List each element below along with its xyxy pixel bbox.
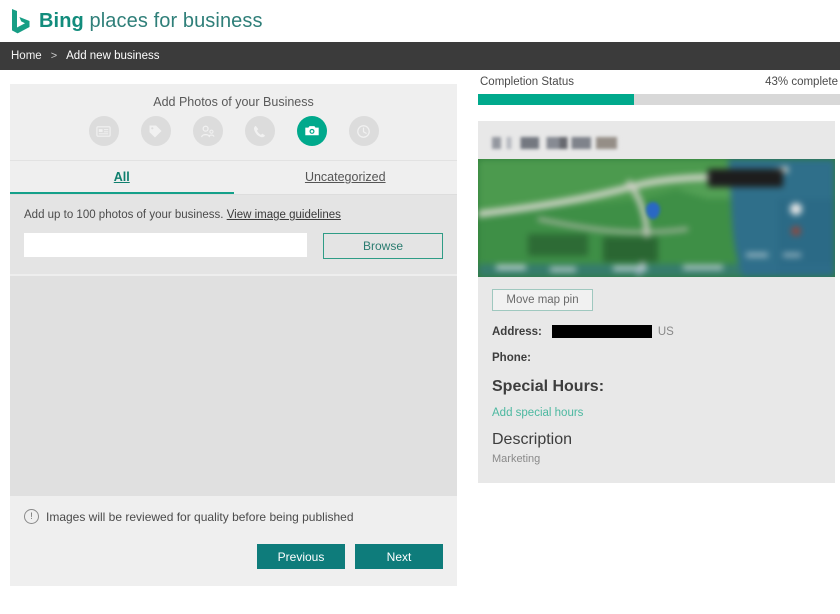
business-details: Address: US Phone: Special Hours: Add sp… — [478, 311, 835, 465]
brand-title: Bing places for business — [39, 10, 263, 33]
brand-name-light: places for business — [83, 9, 263, 32]
breadcrumb-item-home[interactable]: Home — [11, 50, 42, 62]
business-name-redacted — [492, 137, 622, 149]
phone-label: Phone: — [492, 352, 531, 364]
review-notice: ! Images will be reviewed for quality be… — [10, 496, 457, 535]
step-profile[interactable] — [192, 116, 223, 146]
brand-name-bold: Bing — [39, 9, 84, 32]
address-row: Address: US — [492, 325, 821, 338]
file-path-input[interactable] — [24, 233, 307, 257]
browse-button[interactable]: Browse — [323, 233, 443, 259]
bing-logo-icon — [12, 9, 30, 34]
move-map-pin-button[interactable]: Move map pin — [492, 289, 593, 311]
page-body: Add Photos of your Business All Uncatego… — [0, 70, 840, 614]
upload-hint: Add up to 100 photos of your business. V… — [24, 209, 443, 221]
brand-header: Bing places for business — [0, 0, 840, 42]
breadcrumb-item-current: Add new business — [66, 50, 160, 62]
next-button[interactable]: Next — [355, 544, 443, 569]
business-name-area — [478, 121, 835, 159]
tab-all[interactable]: All — [10, 161, 234, 194]
previous-button[interactable]: Previous — [257, 544, 345, 569]
completion-status-label: Completion Status — [480, 76, 574, 88]
panel-title: Add Photos of your Business — [153, 95, 314, 109]
step-categories[interactable] — [140, 116, 171, 146]
view-image-guidelines-link[interactable]: View image guidelines — [227, 209, 341, 221]
exclamation-circle-icon: ! — [24, 509, 39, 524]
clock-icon — [357, 124, 370, 138]
phone-row: Phone: — [492, 352, 821, 364]
upload-section: Add up to 100 photos of your business. V… — [10, 194, 457, 274]
map-preview[interactable] — [478, 159, 835, 277]
step-photos[interactable] — [296, 116, 327, 146]
address-redacted-value — [551, 325, 652, 338]
step-hours[interactable] — [348, 116, 379, 146]
add-special-hours-link[interactable]: Add special hours — [492, 407, 583, 419]
completion-progress-bar — [478, 94, 840, 105]
tag-icon — [149, 125, 162, 137]
business-preview-card: Move map pin Address: US Phone: Special … — [478, 121, 835, 483]
add-photos-panel: Add Photos of your Business All Uncatego… — [10, 84, 457, 586]
tab-uncategorized[interactable]: Uncategorized — [234, 161, 458, 194]
camera-icon — [304, 126, 319, 136]
photo-gallery-empty-area[interactable] — [10, 274, 457, 496]
step-business-info[interactable] — [88, 116, 119, 146]
upload-hint-text: Add up to 100 photos of your business. — [24, 209, 224, 221]
review-notice-text: Images will be reviewed for quality befo… — [46, 509, 354, 524]
satellite-map-image — [478, 159, 835, 277]
photo-tabs: All Uncategorized — [10, 160, 457, 194]
upload-row: Browse — [24, 233, 443, 259]
business-info-icon — [96, 125, 111, 137]
special-hours-label: Special Hours: — [492, 378, 605, 395]
tab-all-label: All — [113, 170, 130, 184]
phone-icon — [253, 125, 266, 137]
preview-panel: Completion Status 43% complete Move map … — [478, 76, 840, 483]
step-phone[interactable] — [244, 116, 275, 146]
step-indicator — [10, 116, 457, 160]
profile-icon — [201, 125, 215, 137]
completion-progress-fill — [478, 94, 634, 105]
tab-uncategorized-label: Uncategorized — [304, 170, 386, 184]
breadcrumb-separator: > — [50, 50, 58, 62]
move-pin-row: Move map pin — [478, 277, 835, 311]
description-heading: Description — [492, 431, 573, 448]
description-body: Marketing — [492, 453, 541, 465]
address-label: Address: — [492, 325, 542, 338]
address-country: US — [657, 325, 674, 338]
completion-status-row: Completion Status 43% complete — [478, 76, 840, 94]
breadcrumb: Home > Add new business — [0, 42, 840, 70]
wizard-actions: Previous Next — [10, 535, 457, 586]
completion-percent-text: 43% complete — [765, 76, 838, 88]
